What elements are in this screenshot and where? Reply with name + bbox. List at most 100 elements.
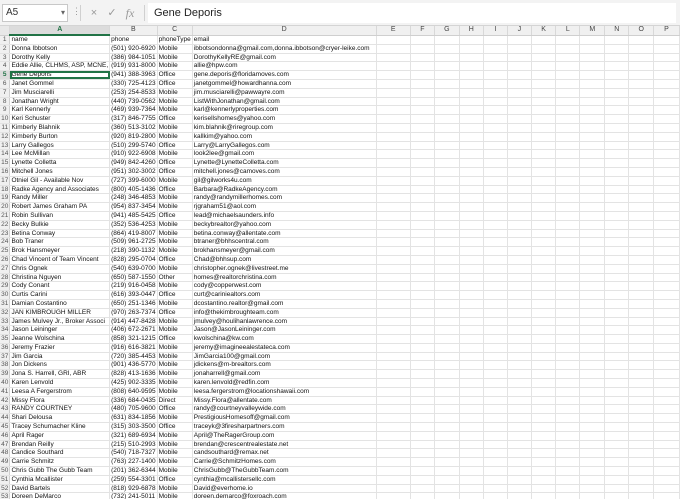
cell-a45[interactable]: Tracey Schumacher Kline	[9, 422, 111, 432]
row-header[interactable]: 42	[0, 396, 11, 406]
cell-p13[interactable]	[653, 141, 680, 151]
cell-j43[interactable]	[507, 404, 532, 415]
cell-c4[interactable]: Mobile	[157, 61, 193, 72]
row-header[interactable]: 53	[0, 492, 11, 499]
cell-b48[interactable]: (540) 718-7327	[109, 448, 158, 459]
cell-m31[interactable]	[579, 299, 606, 309]
cell-b43[interactable]: (480) 705-9600	[109, 404, 158, 415]
cell-h14[interactable]	[459, 149, 484, 160]
cell-k52[interactable]	[531, 484, 557, 494]
cell-m19[interactable]	[579, 193, 606, 204]
cell-c7[interactable]: Mobile	[157, 88, 193, 98]
cell-d50[interactable]: ChrisGubb@TheGubbTeam.com	[192, 466, 377, 476]
cell-c38[interactable]: Mobile	[157, 360, 193, 371]
cell-e18[interactable]	[376, 185, 411, 195]
cell-h49[interactable]	[459, 457, 484, 468]
cell-c40[interactable]: Mobile	[157, 378, 193, 388]
cell-a50[interactable]: Chris Gubb The Gubb Team	[9, 466, 111, 476]
cell-g38[interactable]	[434, 360, 460, 371]
cell-k44[interactable]	[531, 413, 557, 424]
cell-b18[interactable]: (800) 405-1436	[109, 185, 158, 195]
cell-n1[interactable]	[604, 35, 630, 45]
cell-b27[interactable]: (540) 639-0700	[109, 264, 158, 274]
cell-p18[interactable]	[653, 185, 680, 195]
cell-p41[interactable]	[653, 387, 680, 397]
cell-c43[interactable]: Office	[157, 404, 193, 415]
cell-i42[interactable]	[483, 396, 508, 406]
cell-n22[interactable]	[604, 220, 630, 230]
cell-k26[interactable]	[531, 255, 557, 265]
cell-b13[interactable]: (510) 299-5740	[109, 141, 158, 151]
cell-a37[interactable]: Jim Garcia	[9, 352, 111, 362]
cell-n37[interactable]	[604, 352, 630, 362]
cell-l38[interactable]	[555, 360, 581, 371]
cell-b19[interactable]: (248) 346-4853	[109, 193, 158, 204]
cell-e38[interactable]	[376, 360, 411, 371]
cell-f2[interactable]	[410, 44, 436, 54]
cell-e35[interactable]	[376, 334, 411, 344]
cell-o26[interactable]	[628, 255, 654, 265]
cell-p25[interactable]	[653, 246, 680, 256]
cell-c48[interactable]: Mobile	[157, 448, 193, 459]
cell-m52[interactable]	[579, 484, 606, 494]
cell-e19[interactable]	[376, 193, 411, 204]
cell-a43[interactable]: RANDY COURTNEY	[9, 404, 111, 415]
cell-a28[interactable]: Christina Nguyen	[9, 273, 111, 283]
cell-f10[interactable]	[410, 114, 436, 124]
cell-o22[interactable]	[628, 220, 654, 230]
cell-m4[interactable]	[579, 61, 606, 72]
cell-g27[interactable]	[434, 264, 460, 274]
cell-a11[interactable]: Kimberly Blahnik	[9, 123, 111, 133]
cell-e32[interactable]	[376, 308, 411, 318]
cell-f12[interactable]	[410, 132, 436, 142]
cell-g5[interactable]	[434, 70, 460, 80]
cell-k37[interactable]	[531, 352, 557, 362]
cell-d8[interactable]: ListWithJonathan@gmail.com	[192, 97, 377, 107]
cell-d30[interactable]: curt@cariniealtors.com	[192, 290, 377, 300]
cell-c29[interactable]: Mobile	[157, 281, 193, 292]
cell-a5[interactable]: Gene Deporis	[9, 70, 111, 80]
cell-d4[interactable]: allie@hpw.com	[192, 61, 377, 72]
cell-k11[interactable]	[531, 123, 557, 133]
cell-b21[interactable]: (941) 485-5425	[109, 211, 158, 221]
cell-i20[interactable]	[483, 202, 508, 212]
cell-j4[interactable]	[507, 61, 532, 72]
cell-a14[interactable]: Lee McMillan	[9, 149, 111, 160]
cell-j50[interactable]	[507, 466, 532, 476]
cell-m26[interactable]	[579, 255, 606, 265]
cell-k45[interactable]	[531, 422, 557, 432]
cell-k36[interactable]	[531, 343, 557, 353]
cell-e10[interactable]	[376, 114, 411, 124]
cell-e7[interactable]	[376, 88, 411, 98]
cell-n27[interactable]	[604, 264, 630, 274]
cell-d51[interactable]: cynthia@mcallistersellc.com	[192, 475, 377, 485]
cell-m22[interactable]	[579, 220, 606, 230]
cell-p1[interactable]	[653, 35, 680, 45]
cell-i13[interactable]	[483, 141, 508, 151]
cell-o47[interactable]	[628, 440, 654, 450]
cell-a41[interactable]: Leesa A Fergerstrom	[9, 387, 111, 397]
cell-a13[interactable]: Larry Gallegos	[9, 141, 111, 151]
cell-h3[interactable]	[459, 53, 484, 63]
cell-o17[interactable]	[628, 176, 654, 186]
cell-a30[interactable]: Curtis Carini	[9, 290, 111, 300]
cell-n20[interactable]	[604, 202, 630, 212]
cell-c31[interactable]: Mobile	[157, 299, 193, 309]
row-header[interactable]: 19	[0, 193, 11, 204]
cell-g51[interactable]	[434, 475, 460, 485]
cell-j14[interactable]	[507, 149, 532, 160]
cell-b41[interactable]: (808) 640-9595	[109, 387, 158, 397]
cell-p31[interactable]	[653, 299, 680, 309]
row-header[interactable]: 22	[0, 220, 11, 230]
cell-e42[interactable]	[376, 396, 411, 406]
cell-b50[interactable]: (201) 362-6344	[109, 466, 158, 476]
cell-p11[interactable]	[653, 123, 680, 133]
cell-a4[interactable]: Eddie Allie, CLHMS, ASP, MCNE,	[9, 61, 111, 72]
cell-l32[interactable]	[555, 308, 581, 318]
cell-c12[interactable]: Mobile	[157, 132, 193, 142]
cell-m17[interactable]	[579, 176, 606, 186]
cell-k23[interactable]	[531, 229, 557, 239]
cell-h35[interactable]	[459, 334, 484, 344]
row-header[interactable]: 6	[0, 79, 11, 89]
cell-p5[interactable]	[653, 70, 680, 80]
